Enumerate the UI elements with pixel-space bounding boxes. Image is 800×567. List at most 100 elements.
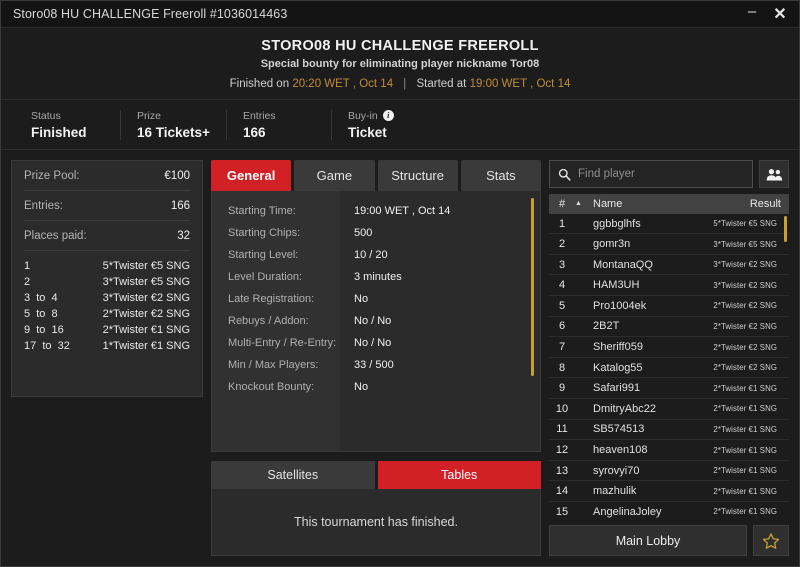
detail-value: No / No	[354, 315, 392, 327]
payout-place: 5 to 8	[24, 308, 58, 320]
player-result: 2*Twister €2 SNG	[713, 363, 777, 373]
footer-actions: Main Lobby	[549, 525, 789, 556]
detail-label-column: Starting Time: Starting Chips: Starting …	[212, 191, 340, 451]
detail-label: Rebuys / Addon:	[228, 315, 309, 327]
detail-value-column: 19:00 WET , Oct 14 500 10 / 20 3 minutes…	[340, 191, 540, 451]
tab-general[interactable]: General	[211, 160, 292, 191]
payout-item: 1 5*Twister €5 SNG	[24, 258, 190, 274]
sort-ascending-icon[interactable]: ▲	[575, 200, 587, 207]
table-row[interactable]: 12 heaven108 2*Twister €1 SNG	[549, 440, 789, 461]
payout-prize: 3*Twister €2 SNG	[102, 292, 190, 304]
player-rank: 15	[555, 505, 569, 518]
detail-value: 33 / 500	[354, 359, 394, 371]
player-rank: 4	[558, 279, 566, 292]
minimize-button[interactable]: –	[739, 3, 765, 25]
payout-place: 2	[24, 276, 31, 288]
player-result: 3*Twister €5 SNG	[713, 239, 777, 249]
detail-label: Level Duration:	[228, 271, 302, 283]
player-list[interactable]: 1 ggbbglhfs 5*Twister €5 SNG 2 gomr3n 3*…	[549, 213, 789, 518]
payout-prize: 3*Twister €5 SNG	[102, 276, 190, 288]
player-name: SB574513	[593, 423, 645, 436]
general-detail-panel: Starting Time: Starting Chips: Starting …	[211, 191, 541, 452]
header-subtitle: Special bounty for eliminating player ni…	[260, 58, 540, 70]
stat-entries-value: 166	[242, 124, 266, 140]
detail-scrollbar[interactable]	[531, 198, 534, 376]
detail-label: Multi-Entry / Re-Entry:	[228, 337, 337, 349]
prize-pool-row: Prize Pool: €100	[24, 161, 190, 191]
player-name: DmitryAbc22	[593, 402, 656, 415]
table-row[interactable]: 1 ggbbglhfs 5*Twister €5 SNG	[549, 214, 789, 235]
players-toggle-button[interactable]	[759, 160, 789, 188]
player-result: 5*Twister €5 SNG	[713, 219, 777, 228]
prize-pool-panel: Prize Pool: €100 Entries: 166 Places pai…	[11, 160, 203, 397]
entries-row: Entries: 166	[24, 191, 190, 221]
table-row[interactable]: 5 Pro1004ek 2*Twister €2 SNG	[549, 296, 789, 317]
stat-buyin-label-text: Buy-in	[347, 109, 378, 122]
search-box[interactable]	[549, 160, 753, 188]
search-icon	[558, 168, 571, 181]
prize-pool-label: Prize Pool:	[24, 169, 80, 182]
payout-list: 1 5*Twister €5 SNG 2 3*Twister €5 SNG 3 …	[24, 251, 190, 354]
favorite-button[interactable]	[753, 525, 789, 556]
table-row[interactable]: 14 mazhulik 2*Twister €1 SNG	[549, 481, 789, 503]
column-header-num[interactable]: #	[549, 198, 575, 210]
player-list-scrollbar[interactable]	[784, 215, 787, 242]
table-row[interactable]: 9 Safari991 2*Twister €1 SNG	[549, 378, 789, 400]
time-divider: |	[403, 78, 407, 90]
table-row[interactable]: 4 HAM3UH 3*Twister €2 SNG	[549, 275, 789, 297]
player-table-header: # ▲ Name Result	[549, 194, 789, 214]
main-body: Prize Pool: €100 Entries: 166 Places pai…	[1, 150, 799, 566]
detail-value: 3 minutes	[354, 271, 402, 283]
started-time: 19:00 WET , Oct 14	[469, 78, 571, 90]
player-name: mazhulik	[593, 485, 637, 498]
player-name: HAM3UH	[593, 279, 640, 292]
column-header-result[interactable]: Result	[709, 198, 781, 210]
table-row[interactable]: 15 AngelinaJoley 2*Twister €1 SNG	[549, 502, 789, 518]
stat-prize: Prize 16 Tickets+	[120, 109, 226, 140]
player-rank: 13	[555, 464, 569, 477]
payout-place: 17 to 32	[24, 340, 70, 352]
detail-value: 19:00 WET , Oct 14	[354, 205, 451, 217]
player-result: 2*Twister €1 SNG	[713, 404, 777, 414]
player-name: gomr3n	[593, 238, 631, 251]
tab-game[interactable]: Game	[294, 160, 375, 191]
table-row[interactable]: 2 gomr3n 3*Twister €5 SNG	[549, 234, 789, 255]
table-row[interactable]: 13 syrovyi70 2*Twister €1 SNG	[549, 461, 789, 482]
table-row[interactable]: 7 Sheriff059 2*Twister €2 SNG	[549, 337, 789, 358]
tab-stats[interactable]: Stats	[460, 160, 541, 191]
table-row[interactable]: 6 2B2T 2*Twister €2 SNG	[549, 317, 789, 338]
table-row[interactable]: 8 Katalog55 2*Twister €2 SNG	[549, 358, 789, 379]
title-bar: Storo08 HU CHALLENGE Freeroll #103601446…	[1, 1, 799, 28]
finished-label: Finished on	[229, 78, 290, 90]
detail-value: 500	[354, 227, 373, 239]
stat-buyin: Buy-in i Ticket	[330, 109, 436, 140]
info-icon[interactable]: i	[382, 110, 394, 121]
search-input[interactable]	[578, 168, 744, 180]
payout-prize: 5*Twister €5 SNG	[102, 260, 190, 272]
player-rank: 7	[558, 341, 566, 354]
table-row[interactable]: 11 SB574513 2*Twister €1 SNG	[549, 420, 789, 441]
player-rank: 11	[556, 423, 568, 436]
table-row[interactable]: 10 DmitryAbc22 2*Twister €1 SNG	[549, 399, 789, 420]
payout-prize: 2*Twister €2 SNG	[102, 308, 190, 320]
main-lobby-button[interactable]: Main Lobby	[549, 525, 747, 556]
column-header-name[interactable]: Name	[587, 198, 709, 210]
detail-value: No	[354, 293, 369, 305]
tab-structure[interactable]: Structure	[377, 160, 458, 191]
close-button[interactable]: ✕	[767, 3, 793, 25]
stat-buyin-label: Buy-in i	[348, 110, 420, 122]
detail-value: No / No	[354, 337, 392, 349]
detail-label: Starting Level:	[228, 249, 299, 261]
tab-tables[interactable]: Tables	[377, 460, 541, 489]
player-name: Pro1004ek	[593, 299, 647, 312]
stat-status-value: Finished	[31, 124, 87, 140]
player-rank: 9	[558, 382, 566, 395]
player-name: MontanaQQ	[593, 258, 653, 271]
started-label: Started at	[416, 78, 467, 90]
table-row[interactable]: 3 MontanaQQ 3*Twister €2 SNG	[549, 255, 789, 276]
detail-label: Starting Chips:	[228, 227, 301, 239]
detail-value: 10 / 20	[354, 249, 388, 261]
window-title: Storo08 HU CHALLENGE Freeroll #103601446…	[13, 7, 288, 21]
entries-label: Entries:	[24, 199, 63, 212]
tab-satellites[interactable]: Satellites	[211, 460, 375, 489]
